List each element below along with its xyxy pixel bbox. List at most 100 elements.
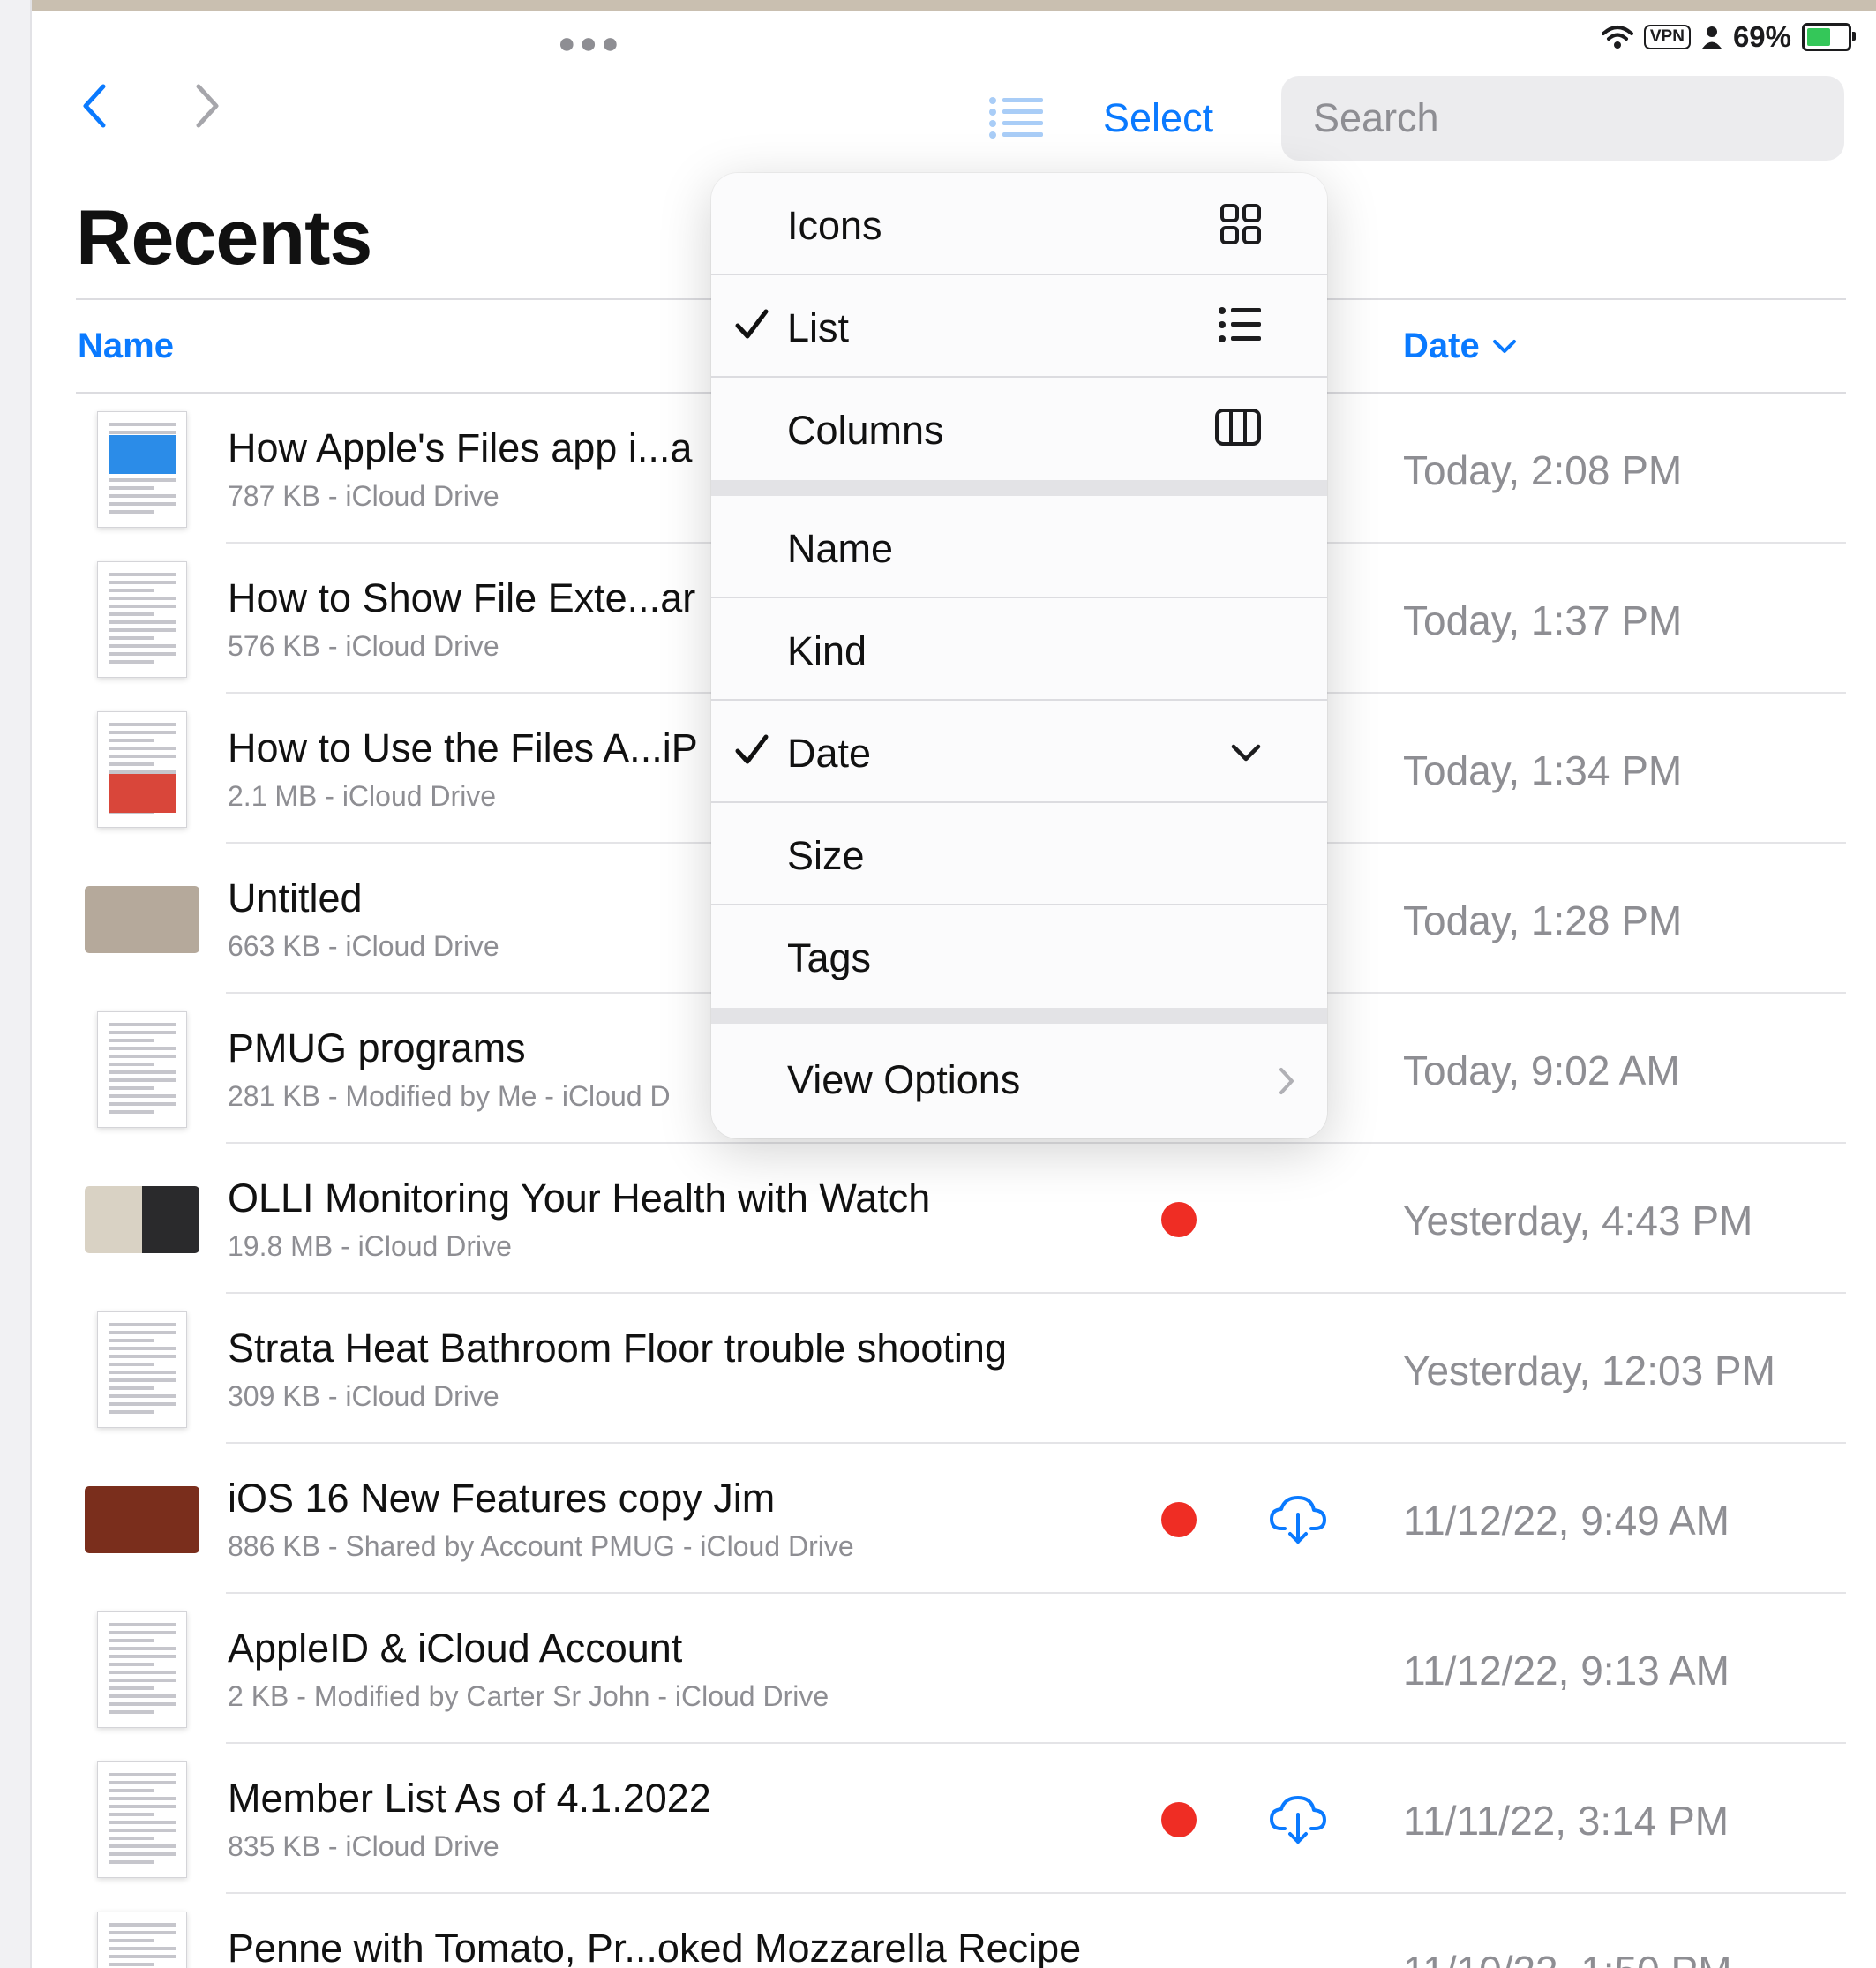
thumbnail-line bbox=[109, 1931, 176, 1934]
thumbnail-line bbox=[109, 1679, 176, 1682]
thumbnail-line bbox=[109, 1955, 176, 1958]
checkmark-icon bbox=[735, 309, 769, 339]
cloud-download-icon[interactable] bbox=[1269, 1493, 1327, 1546]
slide-thumbnail bbox=[85, 1186, 199, 1253]
checkmark-icon bbox=[735, 734, 769, 764]
thumbnail-line bbox=[109, 605, 176, 608]
menu-item-list[interactable]: List bbox=[711, 275, 1327, 378]
cloud-download-icon[interactable] bbox=[1269, 1793, 1327, 1846]
thumbnail-line bbox=[109, 660, 154, 664]
thumbnail-line bbox=[109, 581, 176, 584]
document-thumbnail bbox=[97, 411, 187, 528]
thumbnail-line bbox=[109, 1371, 176, 1374]
thumbnail-line bbox=[109, 486, 154, 490]
document-thumbnail bbox=[97, 1761, 187, 1878]
thumbnail-line bbox=[109, 628, 176, 632]
file-details: 309 KB - iCloud Drive bbox=[228, 1380, 499, 1412]
thumbnail-line bbox=[109, 1663, 154, 1666]
multitasking-dots-icon[interactable]: ●●● bbox=[558, 26, 623, 61]
search-field[interactable] bbox=[1281, 76, 1844, 161]
file-name: AppleID & iCloud Account bbox=[228, 1626, 683, 1671]
thumbnail-line bbox=[109, 1852, 176, 1856]
red-tag-dot bbox=[1161, 1802, 1197, 1837]
thumbnail-line bbox=[109, 620, 176, 624]
thumbnail-line bbox=[109, 1837, 154, 1840]
thumbnail-line bbox=[109, 1939, 154, 1942]
menu-item-icons[interactable]: Icons bbox=[711, 173, 1327, 275]
menu-item-sort-size[interactable]: Size bbox=[711, 803, 1327, 905]
document-thumbnail bbox=[97, 1912, 187, 1968]
files-app-screen: ●●● VPN 69% Select Search Recents Name D… bbox=[0, 0, 1876, 1968]
thumbnail-line bbox=[109, 1039, 154, 1042]
column-header-date[interactable]: Date bbox=[1403, 327, 1517, 366]
thumbnail-line bbox=[109, 612, 154, 616]
file-details: 787 KB - iCloud Drive bbox=[228, 480, 499, 512]
menu-section-gap bbox=[711, 480, 1327, 496]
thumbnail-line bbox=[109, 644, 176, 648]
search-input[interactable] bbox=[1311, 94, 1826, 142]
file-date: Today, 1:28 PM bbox=[1403, 898, 1683, 943]
thumbnail-line bbox=[109, 1963, 154, 1966]
forward-button[interactable] bbox=[191, 84, 226, 128]
file-date: 11/11/22, 3:14 PM bbox=[1403, 1798, 1730, 1844]
menu-item-sort-name[interactable]: Name bbox=[711, 496, 1327, 598]
file-row[interactable]: OLLI Monitoring Your Health with Watch 19… bbox=[0, 1144, 1876, 1294]
thumbnail-line bbox=[109, 502, 176, 506]
thumbnail-line bbox=[109, 1386, 154, 1390]
file-name: How Apple's Files app i...a bbox=[228, 425, 693, 470]
thumbnail-line bbox=[109, 1789, 154, 1792]
select-button[interactable]: Select bbox=[1103, 95, 1213, 141]
file-row[interactable]: Strata Heat Bathroom Floor trouble shoot… bbox=[0, 1294, 1876, 1444]
thumbnail-line bbox=[109, 1394, 176, 1398]
status-bar: VPN 69% bbox=[1601, 18, 1856, 56]
file-date: Today, 1:37 PM bbox=[1403, 597, 1683, 643]
file-date: 11/10/22, 1:50 PM bbox=[1403, 1947, 1732, 1968]
back-button[interactable] bbox=[76, 84, 111, 128]
column-header-name[interactable]: Name bbox=[78, 327, 174, 366]
thumbnail-line bbox=[109, 1639, 154, 1642]
thumbnail-line bbox=[109, 1078, 176, 1082]
file-row[interactable]: AppleID & iCloud Account 2 KB - Modified … bbox=[0, 1594, 1876, 1744]
vpn-badge: VPN bbox=[1643, 25, 1691, 49]
list-view-icon bbox=[989, 97, 1043, 139]
file-date: Yesterday, 12:03 PM bbox=[1403, 1348, 1775, 1393]
thumbnail-line bbox=[109, 652, 176, 656]
file-details: 19.8 MB - iCloud Drive bbox=[228, 1230, 512, 1262]
thumbnail-line bbox=[109, 1055, 176, 1058]
menu-item-sort-date[interactable]: Date bbox=[711, 701, 1327, 803]
menu-item-columns[interactable]: Columns bbox=[711, 378, 1327, 480]
file-row[interactable]: iOS 16 New Features copy Jim 886 KB - Sha… bbox=[0, 1444, 1876, 1594]
view-mode-button[interactable] bbox=[988, 95, 1045, 144]
thumbnail-line bbox=[109, 739, 154, 742]
thumbnail-line bbox=[109, 1331, 176, 1334]
battery-percent: 69% bbox=[1732, 20, 1791, 53]
thumbnail-line bbox=[109, 1694, 176, 1698]
thumbnail-line bbox=[109, 1781, 176, 1784]
red-tag-dot bbox=[1161, 1202, 1197, 1237]
thumbnail-line bbox=[109, 755, 176, 758]
file-row[interactable]: Penne with Tomato, Pr...oked Mozzarella … bbox=[0, 1894, 1876, 1968]
thumbnail-line bbox=[109, 1402, 176, 1406]
document-thumbnail bbox=[97, 1011, 187, 1128]
document-thumbnail bbox=[97, 1611, 187, 1728]
chevron-down-icon bbox=[1492, 339, 1516, 353]
file-date: 11/12/22, 9:49 AM bbox=[1403, 1498, 1730, 1544]
file-name: PMUG programs bbox=[228, 1025, 526, 1070]
thumbnail-line bbox=[109, 1631, 176, 1634]
menu-item-sort-tags[interactable]: Tags bbox=[711, 905, 1327, 1008]
thumbnail-line bbox=[109, 494, 176, 498]
file-name: Member List As of 4.1.2022 bbox=[228, 1776, 711, 1821]
menu-item-label: Size bbox=[787, 833, 865, 878]
file-name: Untitled bbox=[228, 875, 363, 920]
menu-item-view-options[interactable]: View Options bbox=[711, 1024, 1327, 1138]
menu-item-sort-kind[interactable]: Kind bbox=[711, 598, 1327, 701]
thumbnail-line bbox=[109, 1647, 176, 1650]
thumbnail-line bbox=[109, 423, 176, 426]
wifi-icon bbox=[1601, 26, 1633, 49]
file-details: 663 KB - iCloud Drive bbox=[228, 930, 499, 962]
file-row[interactable]: Member List As of 4.1.2022 835 KB - iClou… bbox=[0, 1744, 1876, 1894]
menu-item-label: Columns bbox=[787, 408, 944, 453]
thumbnail-line bbox=[109, 1070, 176, 1074]
slide-thumbnail bbox=[85, 1486, 199, 1553]
thumbnail-line bbox=[109, 1797, 176, 1800]
